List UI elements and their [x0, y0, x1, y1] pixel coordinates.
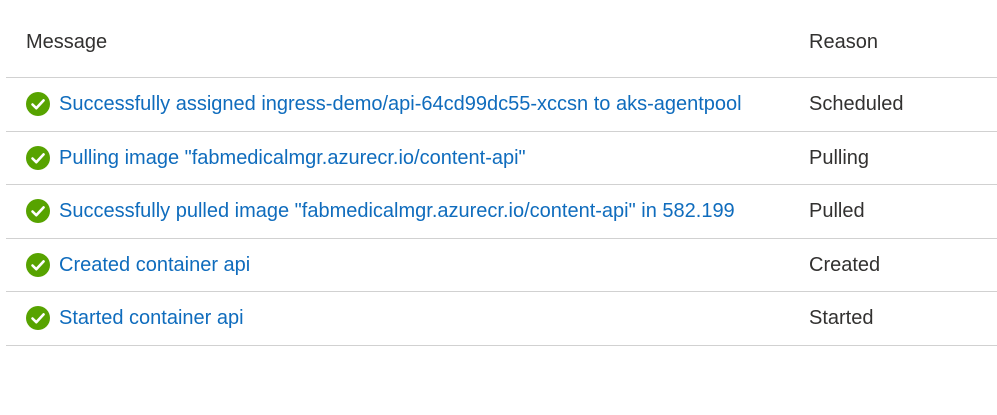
event-reason: Pulling [809, 146, 870, 169]
success-check-icon [26, 92, 50, 116]
table-row: Created container api Created [6, 239, 997, 292]
table-row: Successfully pulled image "fabmedicalmgr… [6, 185, 997, 239]
reason-column-header[interactable]: Reason [809, 30, 878, 54]
event-message-link[interactable]: Successfully pulled image "fabmedicalmgr… [59, 198, 735, 224]
event-reason: Pulled [809, 200, 865, 222]
table-header-row: Message Reason [6, 0, 997, 78]
success-check-icon [26, 145, 50, 170]
events-table: Message Reason Successfully assigned ing… [6, 0, 997, 346]
event-reason: Started [809, 307, 874, 329]
table-row: Pulling image "fabmedicalmgr.azurecr.io/… [6, 132, 997, 185]
event-reason: Scheduled [809, 93, 904, 115]
event-reason: Created [809, 253, 881, 276]
message-column-header[interactable]: Message [26, 30, 107, 54]
event-message-link[interactable]: Successfully assigned ingress-demo/api-6… [59, 91, 742, 117]
event-message-link[interactable]: Created container api [59, 252, 250, 278]
event-message-link[interactable]: Pulling image "fabmedicalmgr.azurecr.io/… [59, 145, 526, 171]
success-check-icon [26, 306, 50, 330]
event-message-link[interactable]: Started container api [59, 305, 244, 331]
table-row: Successfully assigned ingress-demo/api-6… [6, 78, 997, 132]
table-row: Started container api Started [6, 292, 997, 346]
success-check-icon [26, 199, 50, 223]
success-check-icon [26, 252, 50, 277]
